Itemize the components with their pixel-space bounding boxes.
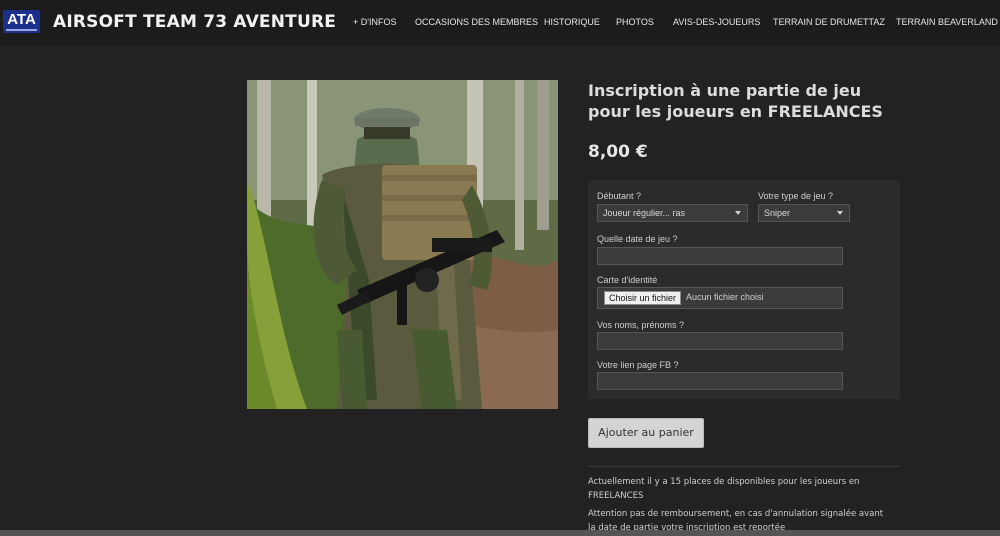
nav-item-avis[interactable]: AVIS-DES-JOUEURS — [673, 17, 760, 27]
names-label: Vos noms, prénoms ? — [597, 320, 685, 330]
bottom-bar — [0, 530, 1000, 536]
nav-item-drumettaz[interactable]: TERRAIN DE DRUMETTAZ — [773, 17, 885, 27]
id-card-label: Carte d'identité — [597, 275, 658, 285]
main-nav: + D'INFOS OCCASIONS DES MEMBRES HISTORIQ… — [0, 17, 1000, 31]
facebook-link-input[interactable] — [597, 372, 843, 390]
play-type-label: Votre type de jeu ? — [758, 191, 834, 201]
nav-item-photos[interactable]: PHOTOS — [616, 17, 654, 27]
availability-text: Actuellement il y a 15 places de disponi… — [588, 477, 860, 501]
nav-item-occasions[interactable]: OCCASIONS DES MEMBRES — [415, 17, 538, 27]
nav-item-historique[interactable]: HISTORIQUE — [544, 17, 600, 27]
product-options-form: Débutant ? Joueur régulier... ras Votre … — [588, 180, 900, 399]
id-card-file-input[interactable]: Choisir un fichier Aucun fichier choisi — [597, 287, 843, 309]
chevron-down-icon — [837, 211, 843, 215]
top-navigation-bar: ATA AIRSOFT TEAM 73 AVENTURE + D'INFOS O… — [0, 0, 1000, 46]
product-photo[interactable] — [247, 80, 558, 409]
nav-item-infos[interactable]: + D'INFOS — [353, 17, 396, 27]
nav-item-beaverland[interactable]: TERRAIN BEAVERLAND — [896, 17, 998, 27]
facebook-link-label: Votre lien page FB ? — [597, 360, 679, 370]
play-type-select[interactable]: Sniper — [758, 204, 850, 222]
level-select[interactable]: Joueur régulier... ras — [597, 204, 748, 222]
airsoft-player-photo — [247, 80, 558, 409]
play-type-selected-value: Sniper — [764, 208, 791, 218]
level-selected-value: Joueur régulier... ras — [603, 208, 686, 218]
divider — [588, 466, 900, 467]
chevron-down-icon — [735, 211, 741, 215]
names-input[interactable] — [597, 332, 843, 350]
add-to-cart-button[interactable]: Ajouter au panier — [588, 418, 704, 448]
choose-file-button[interactable]: Choisir un fichier — [604, 291, 682, 305]
file-status-text: Aucun fichier choisi — [686, 292, 764, 302]
level-label: Débutant ? — [597, 191, 642, 201]
product-title: Inscription à une partie de jeu pour les… — [588, 81, 883, 121]
date-label: Quelle date de jeu ? — [597, 234, 678, 244]
product-price: 8,00 € — [588, 142, 648, 162]
date-input[interactable] — [597, 247, 843, 265]
